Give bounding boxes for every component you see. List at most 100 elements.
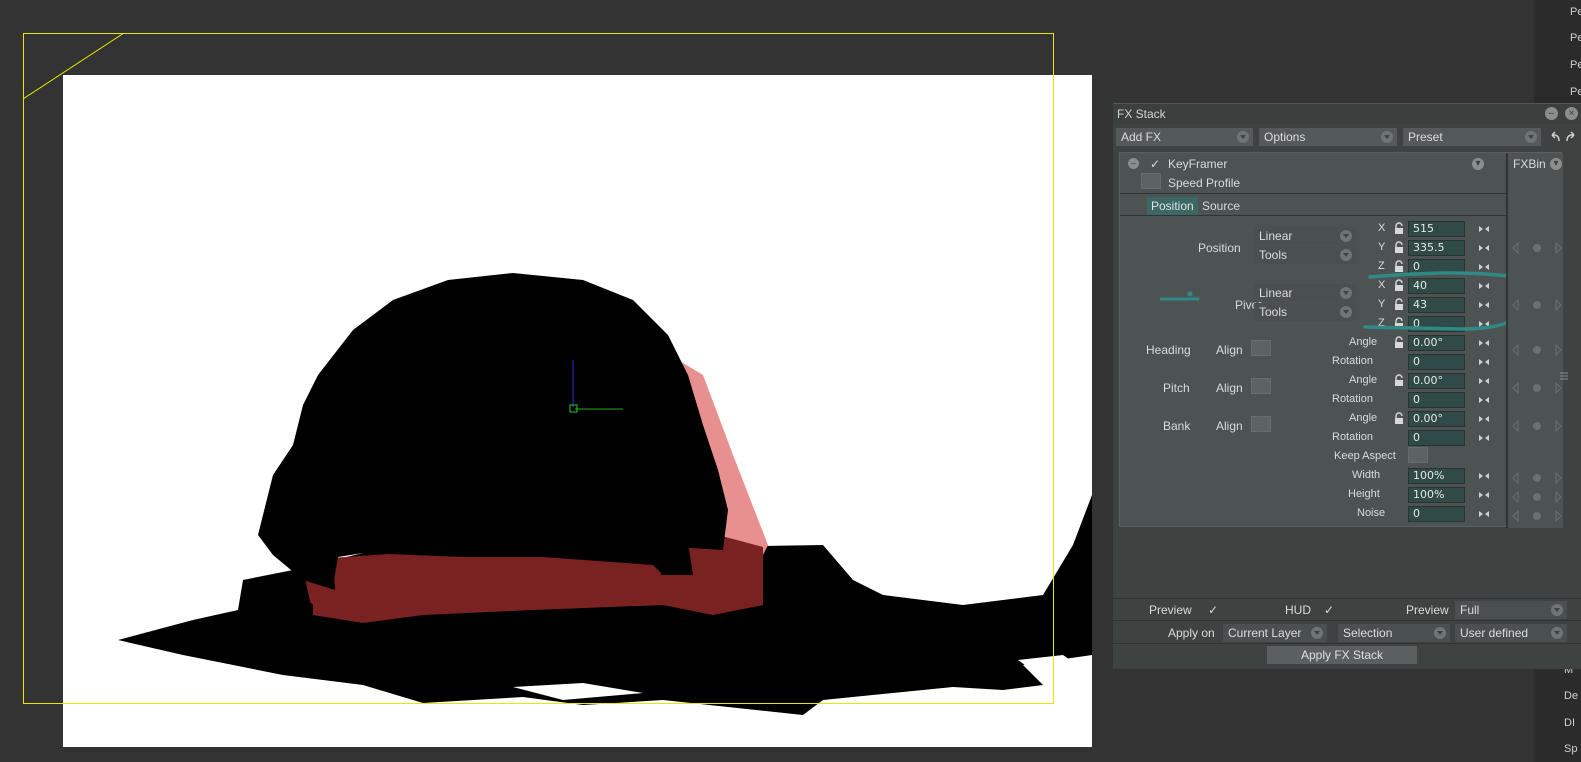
hand-drawn-annotation [1160,271,1508,331]
keyframe-nav-icons[interactable] [1512,298,1562,312]
collapse-effect-icon[interactable]: – [1128,158,1139,169]
bank-angle-field[interactable]: 0.00° [1408,411,1465,427]
scrollbar-grip-icon[interactable] [1559,370,1569,382]
lock-icon[interactable] [1394,374,1404,387]
effect-name: KeyFramer [1168,157,1228,171]
hud-label: HUD [1285,603,1311,617]
position-interp-dropdown[interactable]: Linear [1254,227,1356,245]
preview-quality-label: Preview [1406,603,1449,617]
strip-item[interactable]: Pe [1570,32,1581,44]
position-label: Position [1198,241,1241,255]
speed-profile-label: Speed Profile [1168,176,1241,190]
height-field[interactable]: 100% [1408,487,1465,503]
keyframe-nav-icons[interactable] [1512,509,1562,523]
lock-icon[interactable] [1394,241,1404,254]
fx-stack-panel: FX Stack – × Add FX Options Preset – ✓ K… [1113,103,1581,669]
pitch-rotation-field[interactable]: 0 [1408,392,1465,408]
drag-spinner-icon[interactable] [1478,376,1490,386]
keyframe-nav-icons[interactable] [1512,419,1562,433]
drag-spinner-icon[interactable] [1478,509,1490,519]
keyframe-nav-icons[interactable] [1512,241,1562,255]
heading-rotation-label: Rotation [1332,355,1373,367]
drawing-canvas[interactable] [63,75,1092,747]
artwork-silhouette [118,273,1092,715]
pitch-label: Pitch [1163,381,1190,395]
noise-field[interactable]: 0 [1408,506,1465,522]
position-mode-label: Tools [1259,248,1288,262]
bank-rotation-field[interactable]: 0 [1408,430,1465,446]
noise-label: Noise [1357,507,1386,519]
tab-source[interactable]: Source [1202,199,1240,213]
drag-spinner-icon[interactable] [1478,395,1490,405]
preset-dropdown[interactable]: Preset [1403,128,1541,146]
strip-item[interactable]: DI [1564,717,1575,729]
helmet-dome [258,273,728,585]
chevron-down-icon [1525,131,1537,143]
fx-stack-title-bar[interactable]: FX Stack – × [1113,104,1581,124]
apply-on-layer-dropdown[interactable]: Current Layer [1223,624,1327,642]
undo-icon[interactable] [1549,131,1561,143]
chevron-down-icon [1551,604,1563,616]
fxbin-chevron-icon[interactable]: ▾ [1550,158,1562,170]
position-x-field[interactable]: 515 [1408,221,1465,237]
keyframe-nav-icons[interactable] [1512,343,1562,357]
keyframe-nav-icons[interactable] [1512,381,1562,395]
minimize-icon[interactable]: – [1545,107,1558,120]
keyframe-nav-icons[interactable] [1512,471,1562,485]
strip-item[interactable]: Pe [1570,59,1581,71]
hud-check[interactable]: ✓ [1324,603,1334,617]
apply-on-selection-dropdown[interactable]: Selection [1338,624,1450,642]
strip-item[interactable]: Sp [1564,743,1577,755]
apply-on-selection-value: Selection [1343,626,1393,640]
height-label: Height [1348,488,1380,500]
options-dropdown[interactable]: Options [1259,128,1397,146]
keep-aspect-label: Keep Aspect [1334,450,1396,462]
strip-item[interactable]: Pe [1570,86,1581,98]
width-label: Width [1352,469,1381,481]
pitch-angle-field[interactable]: 0.00° [1408,373,1465,389]
chevron-down-icon [1237,131,1249,143]
redo-icon[interactable] [1565,131,1577,143]
bank-align-label: Align [1216,419,1243,433]
heading-align-label: Align [1216,343,1243,357]
drag-spinner-icon[interactable] [1478,357,1490,367]
drag-spinner-icon[interactable] [1478,433,1490,443]
lock-icon[interactable] [1394,412,1404,425]
keyframer-effect-block: – ✓ KeyFramer ▾ Speed Profile Position S… [1119,152,1563,528]
apply-fx-stack-button[interactable]: Apply FX Stack [1267,646,1417,664]
pitch-align-checkbox[interactable] [1251,378,1271,394]
apply-on-user-dropdown[interactable]: User defined [1455,624,1567,642]
heading-align-checkbox[interactable] [1251,340,1271,356]
effect-enabled-check[interactable]: ✓ [1150,157,1160,171]
position-interp-label: Linear [1259,229,1293,243]
chevron-down-icon [1340,249,1352,261]
width-field[interactable]: 100% [1408,468,1465,484]
preview-quality-value: Full [1460,603,1480,617]
keep-aspect-checkbox[interactable] [1408,447,1428,463]
drag-spinner-icon[interactable] [1478,414,1490,424]
tab-position[interactable]: Position [1147,197,1198,215]
chevron-down-icon [1381,131,1393,143]
preview-quality-dropdown[interactable]: Full [1455,601,1567,619]
drag-spinner-icon[interactable] [1478,490,1490,500]
heading-rotation-field[interactable]: 0 [1408,354,1465,370]
speed-profile-checkbox[interactable] [1141,173,1161,189]
drag-spinner-icon[interactable] [1478,471,1490,481]
strip-item[interactable]: Pe [1570,6,1581,18]
position-y-field[interactable]: 335.5 [1408,240,1465,256]
chevron-down-icon [1340,230,1352,242]
effect-menu-chevron-icon[interactable]: ▾ [1472,158,1484,170]
preview-check[interactable]: ✓ [1208,603,1218,617]
close-icon[interactable]: × [1565,107,1578,120]
fx-stack-title: FX Stack [1117,107,1166,121]
strip-item[interactable]: De [1564,690,1578,702]
lock-icon[interactable] [1394,222,1404,235]
bank-align-checkbox[interactable] [1251,416,1271,432]
bank-label: Bank [1163,419,1191,433]
keyframe-nav-icons[interactable] [1512,490,1562,504]
drag-spinner-icon[interactable] [1478,243,1490,253]
chevron-down-icon [1434,627,1446,639]
position-mode-dropdown[interactable]: Tools [1254,246,1356,264]
add-fx-dropdown[interactable]: Add FX [1116,128,1253,146]
drag-spinner-icon[interactable] [1478,224,1490,234]
